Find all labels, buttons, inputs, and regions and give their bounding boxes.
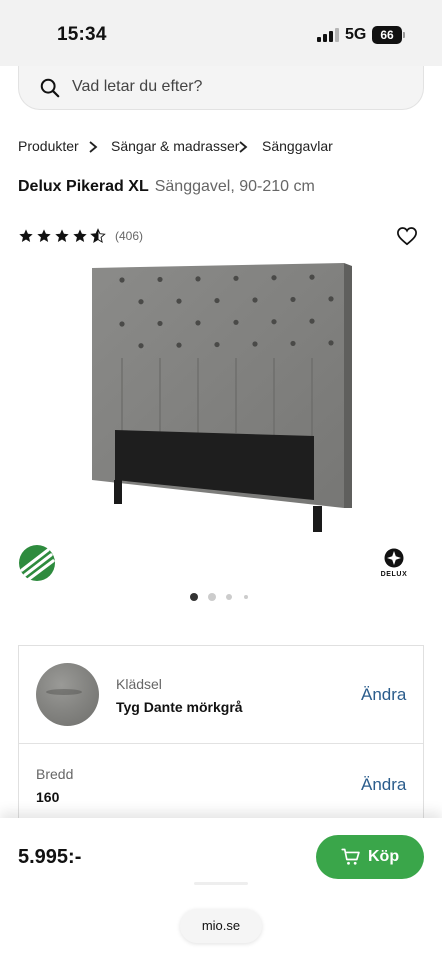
star-half-icon: [90, 228, 106, 243]
breadcrumb-item-produkter[interactable]: Produkter: [18, 138, 79, 154]
carousel-dot-active[interactable]: [190, 593, 198, 601]
battery-level: 66: [380, 28, 394, 42]
status-bar: 15:34 5G 66: [0, 0, 442, 66]
delux-star-icon: [384, 548, 404, 568]
divider: [19, 743, 423, 744]
tufting-button: [328, 296, 334, 302]
chevron-right-icon: [239, 141, 248, 153]
carousel-dot[interactable]: [208, 593, 216, 601]
product-name: Delux Pikerad XL: [18, 178, 149, 195]
purchase-bar: 5.995:- Köp mio.se: [0, 818, 442, 960]
option-value-bredd: 160: [36, 789, 60, 805]
tufting-button: [138, 343, 144, 349]
delux-logo: DELUX: [374, 548, 414, 582]
heart-icon[interactable]: [396, 226, 418, 246]
tufting-button: [119, 277, 125, 283]
tufting-button: [119, 321, 125, 327]
tufting-button: [252, 341, 258, 347]
search-placeholder: Vad letar du efter?: [72, 78, 203, 95]
star-icon: [19, 229, 33, 242]
signal-icon: [317, 28, 339, 42]
star-icon: [37, 229, 51, 242]
product-options-card: Klädsel Tyg Dante mörkgrå Ändra Bredd 16…: [18, 645, 424, 845]
network-type: 5G: [345, 26, 367, 43]
product-image-headboard[interactable]: [82, 258, 362, 538]
tufting-button: [214, 297, 220, 304]
tufting-button: [328, 340, 334, 346]
browser-url-pill[interactable]: mio.se: [180, 909, 262, 943]
breadcrumb-item-sangar[interactable]: Sängar & madrasser: [111, 138, 239, 154]
tufting-button: [290, 340, 296, 347]
status-time: 15:34: [57, 24, 107, 45]
carousel-dot[interactable]: [244, 595, 248, 599]
tufting-button: [176, 342, 182, 348]
fabric-swatch: [36, 663, 99, 726]
product-subtitle: Sänggavel, 90-210 cm: [154, 178, 315, 195]
tufting-button: [214, 341, 220, 348]
tufting-button: [157, 320, 163, 327]
buy-button-label: Köp: [368, 848, 400, 865]
option-label-kladsel: Klädsel: [116, 676, 162, 692]
star-icon: [73, 229, 87, 242]
tufting-button: [252, 297, 258, 303]
change-fabric-button[interactable]: Ändra: [361, 685, 406, 705]
review-count[interactable]: (406): [115, 229, 143, 243]
tufting-button: [233, 275, 239, 281]
tufting-button: [309, 274, 315, 280]
product-price: 5.995:-: [18, 846, 82, 868]
breadcrumb-item-sanggavlar[interactable]: Sänggavlar: [262, 138, 333, 154]
search-input[interactable]: Vad letar du efter?: [18, 66, 424, 110]
carousel-dot[interactable]: [226, 594, 232, 600]
product-title: Delux Pikerad XL Sänggavel, 90-210 cm: [18, 178, 315, 196]
tufting-button: [309, 318, 315, 324]
sheet-grabber: [194, 882, 248, 885]
tufting-button: [195, 320, 201, 326]
change-width-button[interactable]: Ändra: [361, 775, 406, 795]
tufting-button: [271, 275, 277, 281]
tufting-button: [176, 298, 182, 304]
option-value-kladsel: Tyg Dante mörkgrå: [116, 699, 243, 715]
chevron-right-icon: [89, 141, 98, 153]
tufting-button: [138, 299, 144, 305]
tufting-button: [233, 319, 239, 325]
star-icon: [55, 229, 69, 242]
nordic-swan-ecolabel-icon: [19, 545, 55, 581]
delux-logo-text: DELUX: [380, 571, 408, 578]
tufting-button: [195, 276, 201, 282]
option-label-bredd: Bredd: [36, 766, 74, 782]
image-carousel-dots[interactable]: [188, 591, 258, 603]
tufting-button: [271, 319, 277, 325]
cart-icon: [341, 848, 360, 865]
search-icon: [40, 78, 60, 98]
battery-icon: 66: [372, 26, 405, 44]
tufting-button: [290, 296, 296, 303]
tufting-button: [157, 276, 163, 283]
buy-button[interactable]: Köp: [316, 835, 424, 879]
